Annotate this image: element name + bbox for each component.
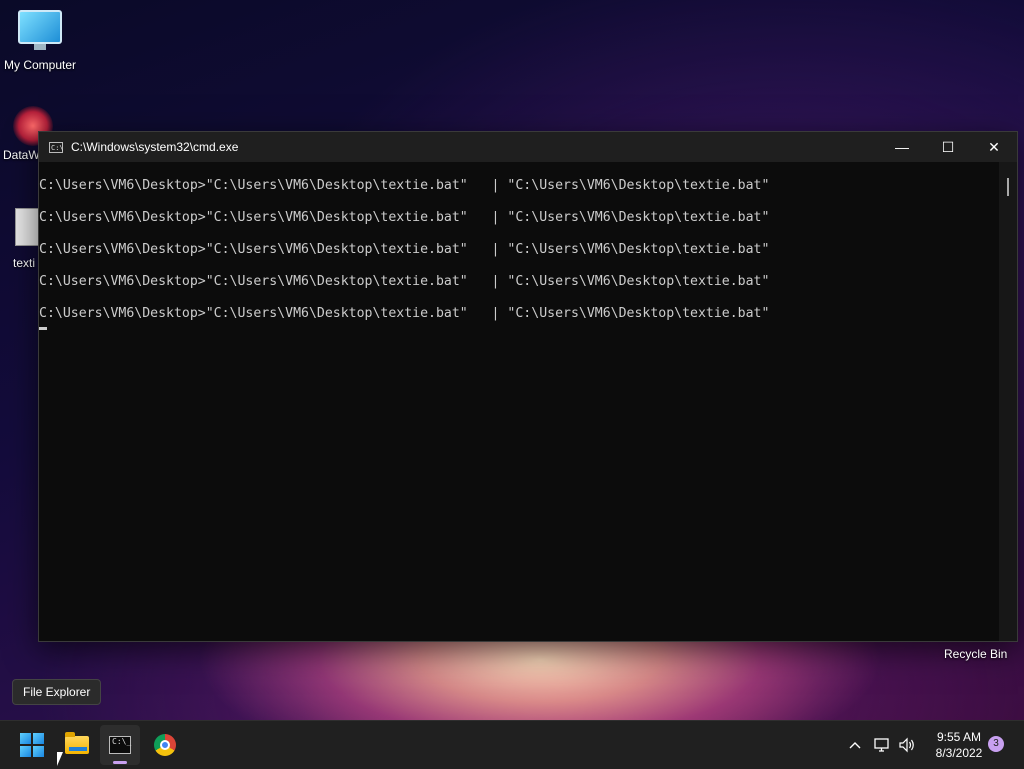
clock[interactable]: 9:55 AM 8/3/2022 bbox=[924, 729, 994, 761]
console-line: C:\Users\VM6\Desktop>"C:\Users\VM6\Deskt… bbox=[39, 242, 770, 257]
volume-icon bbox=[899, 737, 914, 753]
console-line: C:\Users\VM6\Desktop>"C:\Users\VM6\Deskt… bbox=[39, 274, 770, 289]
recycle-bin-label[interactable]: Recycle Bin bbox=[944, 647, 1007, 661]
clock-date: 8/3/2022 bbox=[935, 746, 983, 760]
cmd-app-icon: C:\ bbox=[49, 141, 64, 153]
chrome-button[interactable] bbox=[145, 725, 185, 765]
taskbar: C:\_ 9:55 AM 8/3/2022 bbox=[0, 720, 1024, 769]
console-line: C:\Users\VM6\Desktop>"C:\Users\VM6\Deskt… bbox=[39, 178, 770, 193]
scrollbar-thumb[interactable] bbox=[1007, 178, 1009, 196]
maximize-button[interactable]: ☐ bbox=[925, 132, 971, 162]
tooltip: File Explorer bbox=[12, 679, 102, 705]
minimize-button[interactable]: — bbox=[879, 132, 925, 162]
close-button[interactable]: ✕ bbox=[971, 132, 1017, 162]
running-indicator bbox=[113, 761, 127, 764]
file-explorer-icon bbox=[65, 732, 89, 754]
title-bar[interactable]: C:\ C:\Windows\system32\cmd.exe — ☐ ✕ bbox=[39, 132, 1017, 162]
file-explorer-button[interactable] bbox=[57, 725, 97, 765]
console-line: C:\Users\VM6\Desktop>"C:\Users\VM6\Deskt… bbox=[39, 306, 770, 321]
window-title: C:\Windows\system32\cmd.exe bbox=[71, 140, 239, 154]
text-cursor bbox=[39, 327, 47, 330]
chrome-icon bbox=[154, 734, 176, 756]
chevron-up-icon bbox=[849, 742, 861, 749]
mouse-pointer-icon bbox=[57, 752, 63, 766]
command-prompt-button[interactable]: C:\_ bbox=[100, 725, 140, 765]
console-output[interactable]: C:\Users\VM6\Desktop>"C:\Users\VM6\Deskt… bbox=[39, 162, 999, 641]
clock-time: 9:55 AM bbox=[936, 730, 982, 744]
cmd-window[interactable]: C:\ C:\Windows\system32\cmd.exe — ☐ ✕ C:… bbox=[38, 131, 1018, 642]
start-button[interactable] bbox=[12, 725, 52, 765]
start-icon bbox=[20, 733, 44, 757]
network-icon bbox=[874, 738, 889, 752]
vertical-scrollbar[interactable] bbox=[999, 162, 1017, 641]
show-hidden-icons-button[interactable] bbox=[844, 721, 866, 769]
network-button[interactable] bbox=[871, 721, 893, 769]
command-prompt-icon: C:\_ bbox=[109, 736, 131, 754]
desktop-icon-label: My Computer bbox=[3, 58, 77, 72]
volume-button[interactable] bbox=[896, 721, 918, 769]
desktop-icon-my-computer[interactable]: My Computer bbox=[0, 10, 80, 72]
monitor-icon bbox=[18, 10, 62, 50]
notification-badge[interactable]: 3 bbox=[988, 736, 1004, 752]
console-line: C:\Users\VM6\Desktop>"C:\Users\VM6\Deskt… bbox=[39, 210, 770, 225]
